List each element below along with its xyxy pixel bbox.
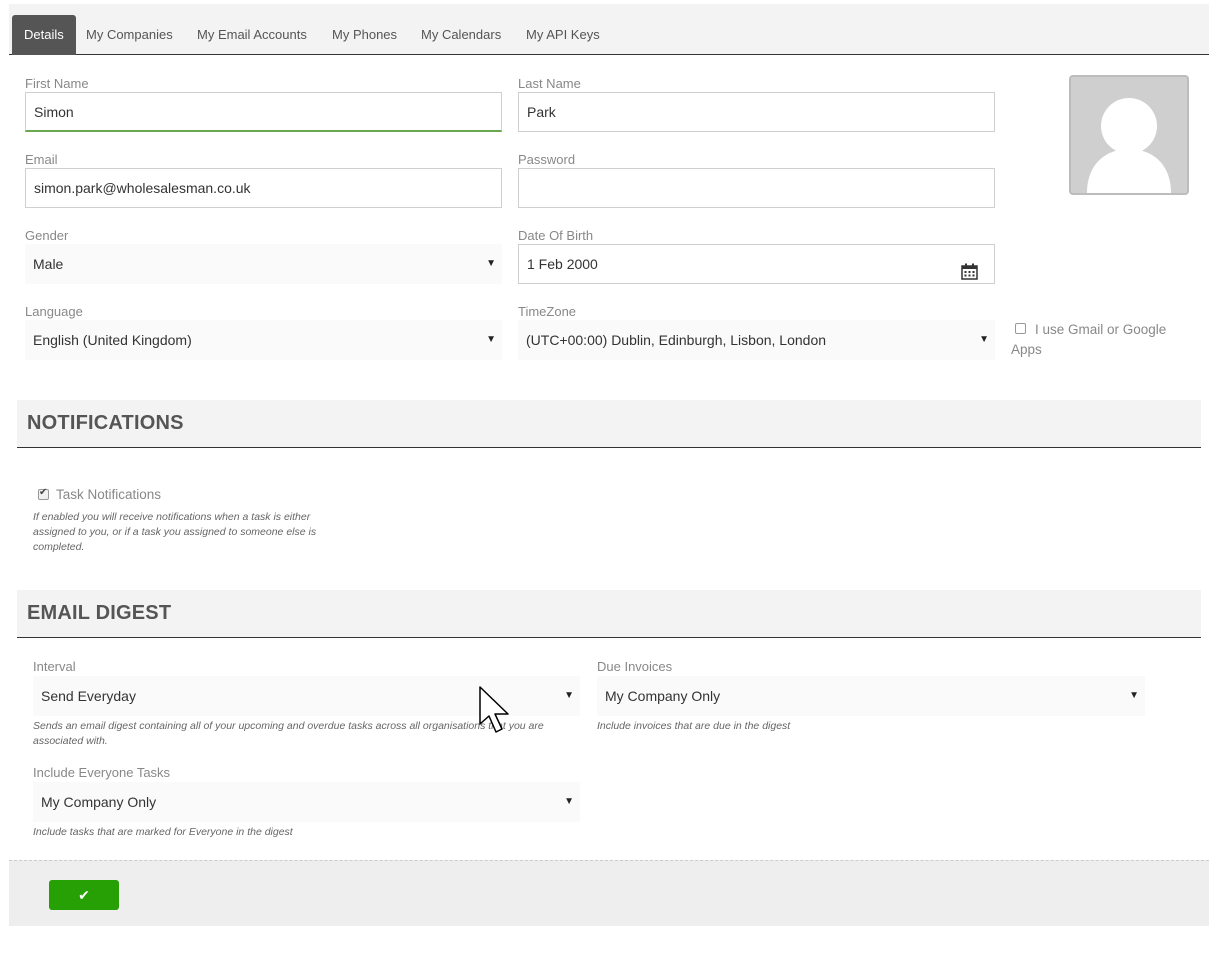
everyone-tasks-help: Include tasks that are marked for Everyo… bbox=[33, 826, 293, 838]
password-field[interactable] bbox=[518, 168, 995, 208]
caret-down-icon: ▼ bbox=[979, 334, 989, 345]
task-notifications-help: If enabled you will receive notification… bbox=[33, 511, 317, 553]
everyone-tasks-select[interactable]: My Company Only ▼ bbox=[33, 782, 580, 822]
dob-field[interactable]: 1 Feb 2000 bbox=[518, 244, 995, 284]
tab-bar: Details My Companies My Email Accounts M… bbox=[9, 4, 1209, 55]
tab-my-calendars[interactable]: My Calendars bbox=[409, 15, 513, 55]
tab-my-phones[interactable]: My Phones bbox=[320, 15, 409, 55]
everyone-tasks-label: Include Everyone Tasks bbox=[33, 765, 171, 780]
notifications-section-header: NOTIFICATIONS bbox=[17, 400, 1201, 448]
tab-my-companies[interactable]: My Companies bbox=[74, 15, 185, 55]
save-button[interactable]: ✔ bbox=[49, 880, 119, 910]
email-field[interactable]: simon.park@wholesalesman.co.uk bbox=[25, 168, 502, 208]
caret-down-icon: ▼ bbox=[564, 796, 574, 807]
caret-down-icon: ▼ bbox=[486, 258, 496, 269]
everyone-tasks-value: My Company Only bbox=[41, 794, 157, 810]
timezone-select[interactable]: (UTC+00:00) Dublin, Edinburgh, Lisbon, L… bbox=[518, 320, 995, 360]
tab-my-email-accounts[interactable]: My Email Accounts bbox=[185, 15, 319, 55]
calendar-icon[interactable] bbox=[961, 256, 978, 283]
email-digest-section-header: EMAIL DIGEST bbox=[17, 590, 1201, 638]
tab-my-api-keys[interactable]: My API Keys bbox=[514, 15, 612, 55]
mouse-cursor-icon bbox=[479, 686, 511, 743]
password-label: Password bbox=[518, 152, 576, 167]
due-invoices-select[interactable]: My Company Only ▼ bbox=[597, 676, 1145, 716]
timezone-label: TimeZone bbox=[518, 304, 577, 319]
interval-label: Interval bbox=[33, 659, 76, 674]
profile-panel: Details My Companies My Email Accounts M… bbox=[9, 4, 1209, 926]
last-name-label: Last Name bbox=[518, 76, 581, 91]
due-invoices-value: My Company Only bbox=[605, 688, 721, 704]
notifications-title: NOTIFICATIONS bbox=[27, 412, 184, 434]
last-name-field[interactable]: Park bbox=[518, 92, 995, 132]
due-invoices-help: Include invoices that are due in the dig… bbox=[597, 720, 791, 732]
first-name-field[interactable]: Simon bbox=[25, 92, 502, 132]
gmail-label: I use Gmail or Google Apps bbox=[1011, 322, 1167, 357]
dob-label: Date Of Birth bbox=[518, 228, 594, 243]
task-notifications-label: Task Notifications bbox=[56, 487, 162, 502]
details-form: First Name Simon Last Name Park Email si… bbox=[9, 56, 1209, 860]
check-icon: ✔ bbox=[78, 887, 90, 903]
caret-down-icon: ▼ bbox=[486, 334, 496, 345]
gender-value: Male bbox=[33, 256, 64, 272]
email-label: Email bbox=[25, 152, 58, 167]
language-select[interactable]: English (United Kingdom) ▼ bbox=[25, 320, 502, 360]
caret-down-icon: ▼ bbox=[1129, 690, 1139, 701]
due-invoices-label: Due Invoices bbox=[597, 659, 673, 674]
interval-value: Send Everyday bbox=[41, 688, 136, 704]
tab-details[interactable]: Details bbox=[12, 15, 76, 55]
gender-label: Gender bbox=[25, 228, 69, 243]
dob-value: 1 Feb 2000 bbox=[527, 256, 598, 272]
email-digest-title: EMAIL DIGEST bbox=[27, 602, 172, 624]
language-value: English (United Kingdom) bbox=[33, 332, 192, 348]
user-silhouette-icon bbox=[1071, 77, 1187, 193]
caret-down-icon: ▼ bbox=[564, 690, 574, 701]
task-notifications-checkbox[interactable] bbox=[38, 487, 49, 500]
first-name-label: First Name bbox=[25, 76, 89, 91]
avatar[interactable] bbox=[1069, 75, 1189, 195]
gender-select[interactable]: Male ▼ bbox=[25, 244, 502, 284]
timezone-value: (UTC+00:00) Dublin, Edinburgh, Lisbon, L… bbox=[526, 332, 827, 348]
language-label: Language bbox=[25, 304, 83, 319]
form-footer: ✔ bbox=[9, 860, 1209, 926]
